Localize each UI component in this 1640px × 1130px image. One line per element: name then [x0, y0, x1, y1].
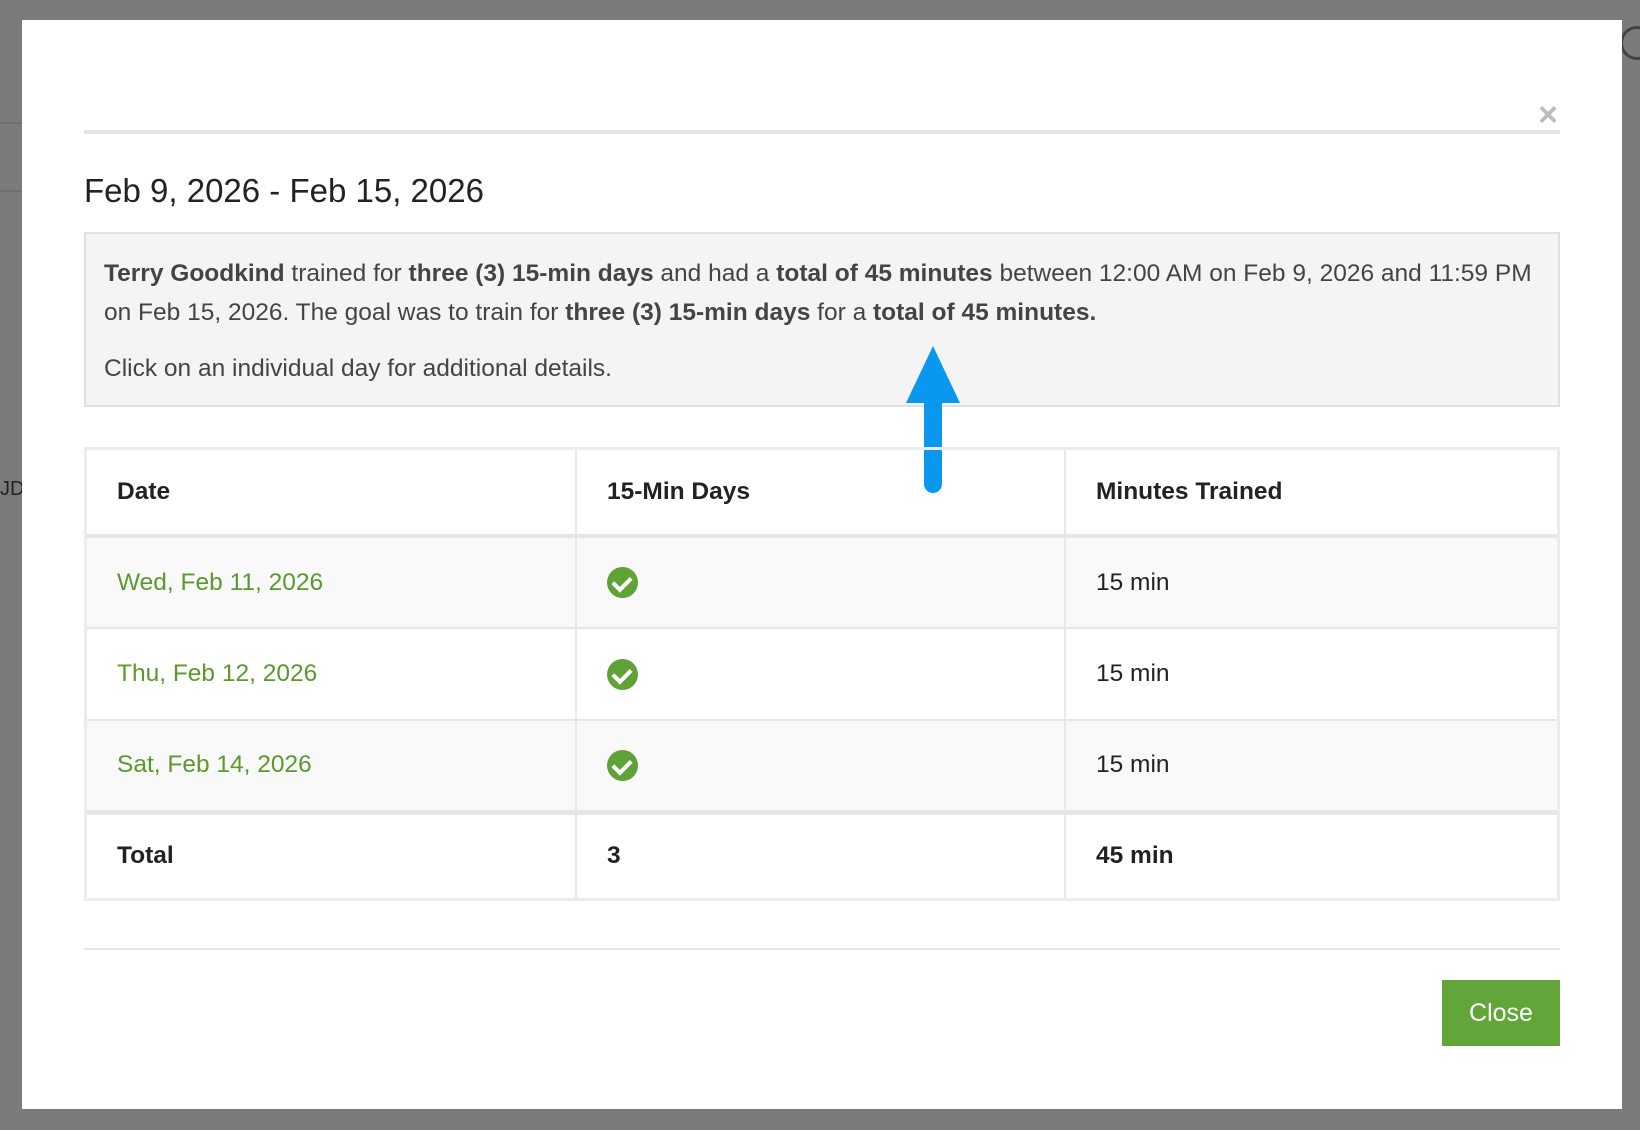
modal-header: ×	[84, 80, 1560, 134]
row-completed-cell	[576, 720, 1066, 815]
table-total-row: Total 3 45 min	[87, 812, 1557, 898]
close-icon[interactable]: ×	[1538, 98, 1558, 132]
summary-goal-days: three (3) 15-min days	[565, 299, 811, 326]
modal-footer-divider	[84, 948, 1560, 950]
row-minutes: 15 min	[1065, 720, 1557, 815]
row-completed-cell	[576, 628, 1066, 721]
table-row: Sat, Feb 14, 2026 15 min	[87, 720, 1557, 815]
summary-total-minutes: total of 45 minutes	[776, 260, 993, 287]
column-header-minutes: Minutes Trained	[1065, 450, 1557, 538]
date-link[interactable]: Wed, Feb 11, 2026	[117, 569, 323, 596]
summary-hint: Click on an individual day for additiona…	[104, 355, 612, 382]
row-completed-cell	[576, 536, 1066, 629]
modal-title: Feb 9, 2026 - Feb 15, 2026	[84, 172, 484, 209]
summary-days-trained: three (3) 15-min days	[408, 260, 654, 287]
row-date-link[interactable]: Sat, Feb 14, 2026	[87, 720, 577, 815]
row-minutes: 15 min	[1065, 536, 1557, 629]
date-link[interactable]: Sat, Feb 14, 2026	[117, 751, 312, 778]
table-header-row: Date 15-Min Days Minutes Trained	[87, 450, 1557, 538]
background-divider	[0, 122, 22, 124]
background-divider	[0, 190, 22, 192]
total-days: 3	[576, 812, 1066, 898]
table-row: Thu, Feb 12, 2026 15 min	[87, 628, 1557, 721]
summary-goal-minutes: total of 45 minutes.	[873, 299, 1097, 326]
date-link[interactable]: Thu, Feb 12, 2026	[117, 660, 317, 687]
check-circle-icon	[607, 749, 638, 781]
training-summary: Terry Goodkind trained for three (3) 15-…	[84, 232, 1560, 407]
summary-text: for a	[810, 299, 873, 326]
table-row: Wed, Feb 11, 2026 15 min	[87, 536, 1557, 629]
background-avatar	[1620, 26, 1640, 60]
check-circle-icon	[607, 567, 638, 598]
row-date-link[interactable]: Thu, Feb 12, 2026	[87, 628, 577, 721]
close-button[interactable]: Close	[1442, 980, 1560, 1046]
background-text: JD	[0, 478, 25, 500]
total-minutes: 45 min	[1096, 842, 1174, 870]
summary-text: and had a	[653, 260, 777, 287]
training-table: Date 15-Min Days Minutes Trained Wed, Fe…	[84, 447, 1560, 901]
row-minutes: 15 min	[1065, 628, 1557, 721]
column-header-date: Date	[87, 450, 577, 538]
total-label: Total	[87, 812, 577, 898]
summary-text: trained for	[284, 260, 409, 287]
row-date-link[interactable]: Wed, Feb 11, 2026	[87, 536, 577, 629]
check-circle-icon	[607, 658, 638, 690]
column-header-days: 15-Min Days	[576, 450, 1066, 538]
training-details-modal: × Feb 9, 2026 - Feb 15, 2026 Terry Goodk…	[22, 20, 1622, 1109]
athlete-name: Terry Goodkind	[104, 260, 285, 287]
